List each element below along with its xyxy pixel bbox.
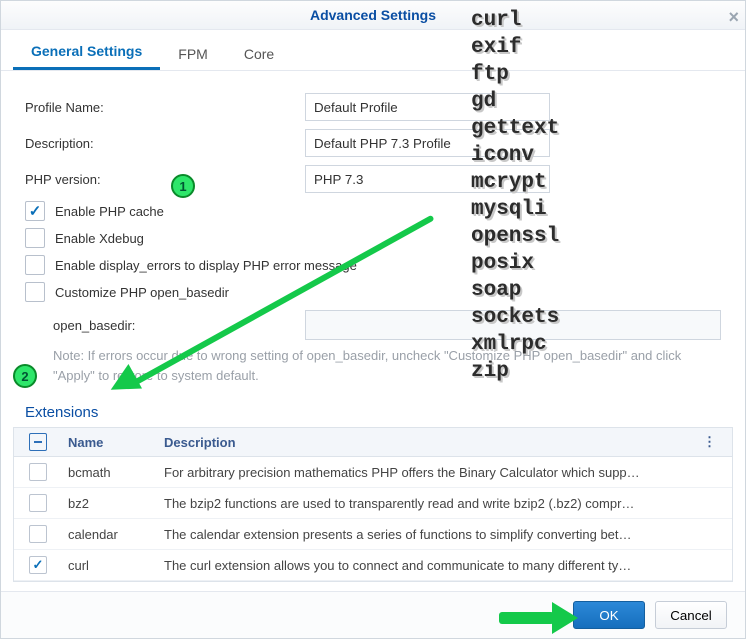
annotation-marker-2: 2: [13, 364, 37, 388]
ext-desc: For arbitrary precision mathematics PHP …: [158, 465, 732, 480]
enable-php-cache-label: Enable PHP cache: [55, 204, 164, 219]
ext-name: curl: [62, 558, 158, 573]
enable-php-cache-checkbox[interactable]: [25, 201, 45, 221]
annotation-extension-list: curlexifftpgdgettexticonvmcryptmysqliope…: [471, 7, 559, 385]
row-checkbox[interactable]: [29, 556, 47, 574]
column-menu-icon[interactable]: ⋮: [703, 434, 716, 450]
ext-name: bz2: [62, 496, 158, 511]
ext-desc: The curl extension allows you to connect…: [158, 558, 732, 573]
window-titlebar: Advanced Settings ×: [1, 1, 745, 30]
description-label: Description:: [25, 136, 305, 151]
arrow-head-2-icon: [552, 602, 578, 634]
display-errors-checkbox[interactable]: [25, 255, 45, 275]
tab-bar: General Settings FPM Core: [1, 30, 745, 71]
annotation-marker-1: 1: [171, 174, 195, 198]
open-basedir-label: open_basedir:: [53, 318, 305, 333]
php-version-label: PHP version:: [25, 172, 305, 187]
tab-fpm[interactable]: FPM: [160, 38, 226, 70]
ok-button[interactable]: OK: [573, 601, 645, 629]
table-row[interactable]: calendar The calendar extension presents…: [14, 519, 732, 550]
table-row[interactable]: bcmath For arbitrary precision mathemati…: [14, 457, 732, 488]
settings-window: Advanced Settings × General Settings FPM…: [0, 0, 746, 639]
row-checkbox[interactable]: [29, 494, 47, 512]
row-checkbox[interactable]: [29, 525, 47, 543]
extensions-table: Name Description ⋮ bcmath For arbitrary …: [13, 427, 733, 582]
dialog-footer: OK Cancel: [1, 591, 745, 638]
enable-xdebug-label: Enable Xdebug: [55, 231, 144, 246]
display-errors-label: Enable display_errors to display PHP err…: [55, 258, 357, 273]
ext-name: bcmath: [62, 465, 158, 480]
header-checkbox[interactable]: [29, 433, 47, 451]
ext-desc: The bzip2 functions are used to transpar…: [158, 496, 732, 511]
row-checkbox[interactable]: [29, 463, 47, 481]
enable-xdebug-checkbox[interactable]: [25, 228, 45, 248]
close-icon[interactable]: ×: [728, 3, 739, 31]
annotation-arrow-2: [499, 612, 554, 624]
tab-general[interactable]: General Settings: [13, 35, 160, 70]
table-header: Name Description ⋮: [14, 428, 732, 457]
table-row[interactable]: bz2 The bzip2 functions are used to tran…: [14, 488, 732, 519]
customize-basedir-checkbox[interactable]: [25, 282, 45, 302]
col-name-header[interactable]: Name: [62, 435, 158, 450]
ext-desc: The calendar extension presents a series…: [158, 527, 732, 542]
col-desc-header[interactable]: Description: [158, 435, 732, 450]
profile-name-label: Profile Name:: [25, 100, 305, 115]
customize-basedir-label: Customize PHP open_basedir: [55, 285, 229, 300]
cancel-button[interactable]: Cancel: [655, 601, 727, 629]
tab-core[interactable]: Core: [226, 38, 292, 70]
tab-content: Profile Name: Description: PHP version: …: [1, 71, 745, 386]
ext-name: calendar: [62, 527, 158, 542]
extensions-heading: Extensions: [25, 404, 745, 421]
table-row[interactable]: curl The curl extension allows you to co…: [14, 550, 732, 581]
window-title: Advanced Settings: [310, 7, 436, 23]
open-basedir-note: Note: If errors occur due to wrong setti…: [53, 346, 721, 386]
